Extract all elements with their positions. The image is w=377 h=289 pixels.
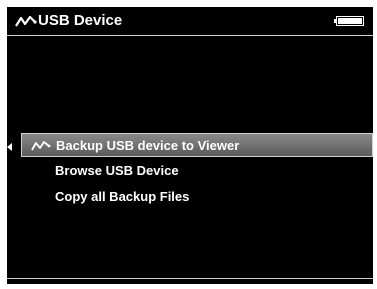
menu-item-browse-usb[interactable]: Browse USB Device	[21, 159, 373, 183]
left-arrow-icon[interactable]	[7, 143, 12, 151]
page-title: USB Device	[38, 12, 123, 29]
footer-divider	[7, 278, 373, 279]
header-divider	[7, 35, 373, 36]
menu-item-label: Copy all Backup Files	[55, 189, 190, 204]
menu-item-label: Browse USB Device	[55, 163, 179, 178]
menu-item-backup-usb[interactable]: Backup USB device to Viewer	[21, 133, 373, 157]
header-bar: USB Device	[7, 7, 373, 35]
menu-item-copy-backup[interactable]: Copy all Backup Files	[21, 185, 373, 209]
viewer-screen: USB Device Backup USB device to Viewer B…	[7, 7, 373, 284]
usb-icon	[15, 15, 37, 27]
battery-icon	[334, 16, 364, 26]
usb-icon	[31, 141, 51, 151]
menu-item-label: Backup USB device to Viewer	[56, 138, 240, 153]
